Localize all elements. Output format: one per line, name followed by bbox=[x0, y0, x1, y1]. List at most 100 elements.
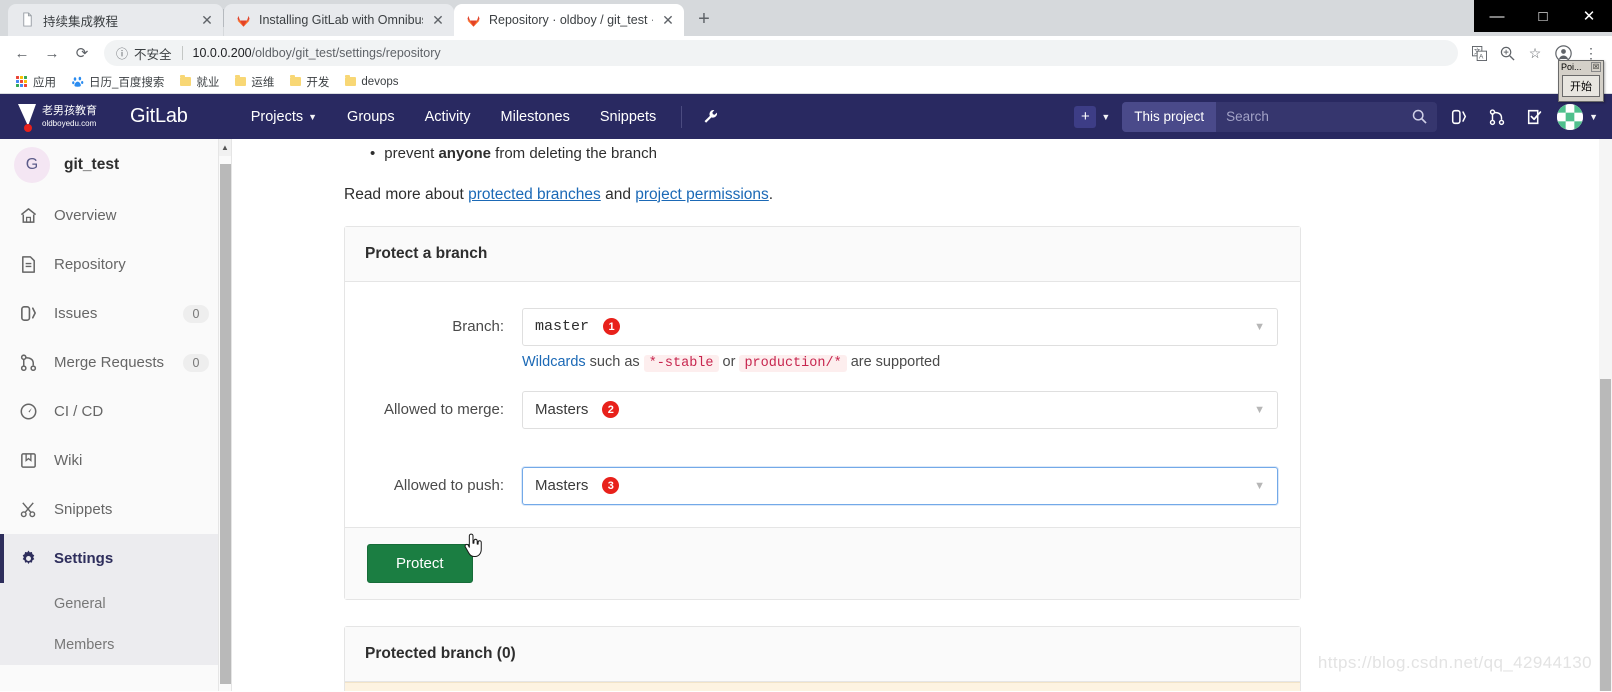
folder-icon bbox=[235, 75, 247, 86]
sidebar-project-header[interactable]: G git_test bbox=[0, 139, 231, 191]
nav-activity[interactable]: Activity bbox=[410, 94, 486, 139]
search-icon[interactable] bbox=[1401, 109, 1437, 124]
poi-start-button[interactable]: 开始 bbox=[1562, 75, 1600, 97]
sidebar-item-badge: 0 bbox=[183, 353, 209, 372]
app-body: G git_test Overview Repository Issues 0 bbox=[0, 139, 1612, 691]
browser-tab[interactable]: 持续集成教程 ✕ bbox=[8, 4, 223, 36]
folder-icon bbox=[290, 75, 302, 86]
issues-icon bbox=[18, 304, 38, 323]
sidebar-subitem-general[interactable]: General bbox=[0, 583, 231, 624]
gitlab-logo-link[interactable]: 老男孩教育 oldboyedu.com GitLab bbox=[14, 100, 188, 134]
branch-select[interactable]: master 1 ▼ bbox=[522, 307, 1278, 346]
protected-branches-link[interactable]: protected branches bbox=[468, 186, 601, 203]
window-close-button[interactable]: ✕ bbox=[1567, 9, 1611, 24]
sidebar-item-settings[interactable]: Settings bbox=[0, 534, 231, 583]
bookmark-apps[interactable]: 应用 bbox=[10, 73, 62, 91]
sidebar-item-label: CI / CD bbox=[54, 403, 104, 420]
sidebar-item-label: Settings bbox=[54, 550, 114, 567]
nav-snippets[interactable]: Snippets bbox=[585, 94, 671, 139]
sidebar-subitem-members[interactable]: Members bbox=[0, 624, 231, 665]
nav-snippets-label: Snippets bbox=[599, 108, 657, 125]
new-tab-button[interactable]: + bbox=[690, 5, 718, 33]
sidebar-item-label: Repository bbox=[54, 256, 126, 273]
read-more-prefix: Read more about bbox=[344, 185, 469, 203]
todos-icon[interactable] bbox=[1519, 101, 1551, 133]
sidebar-scrollbar[interactable]: ▲ bbox=[218, 139, 231, 691]
new-dropdown-button[interactable]: + ▼ bbox=[1074, 105, 1111, 128]
wildcards-link[interactable]: Wildcards bbox=[522, 354, 586, 370]
bookmark-item[interactable]: 日历_百度搜索 bbox=[66, 73, 170, 91]
search-bar[interactable]: This project Search bbox=[1122, 101, 1438, 132]
url-path: /oldboy/git_test/settings/repository bbox=[251, 46, 441, 60]
url-host: 10.0.0.200 bbox=[192, 46, 252, 60]
chevron-down-icon[interactable]: ▼ bbox=[1589, 112, 1598, 122]
tab-close-icon[interactable]: ✕ bbox=[199, 12, 215, 28]
protect-branch-card-title: Protect a branch bbox=[345, 226, 1300, 282]
nav-projects[interactable]: Projects ▼ bbox=[236, 94, 332, 139]
protect-button[interactable]: Protect bbox=[367, 543, 473, 583]
bookmark-item[interactable]: 就业 bbox=[174, 73, 225, 91]
browser-tab[interactable]: Installing GitLab with Omnibus ✕ bbox=[224, 4, 454, 36]
browser-tab-title: Repository · oldboy / git_test · bbox=[489, 13, 653, 27]
browser-tab-active[interactable]: Repository · oldboy / git_test · ✕ bbox=[454, 4, 684, 36]
sidebar-item-ci-cd[interactable]: CI / CD bbox=[0, 387, 231, 436]
issues-icon[interactable] bbox=[1443, 101, 1475, 133]
wrench-icon[interactable] bbox=[692, 108, 729, 125]
sidebar-item-wiki[interactable]: Wiki bbox=[0, 436, 231, 485]
sidebar-item-merge-requests[interactable]: Merge Requests 0 bbox=[0, 338, 231, 387]
gear-icon bbox=[18, 549, 38, 568]
branch-field-wrap: master 1 ▼ Wildcards such as *-stable or… bbox=[522, 307, 1278, 387]
bookmark-star-icon[interactable]: ☆ bbox=[1522, 40, 1548, 66]
chevron-down-icon: ▼ bbox=[1101, 111, 1111, 122]
nav-groups[interactable]: Groups bbox=[332, 94, 410, 139]
avatar[interactable] bbox=[1557, 103, 1584, 130]
bookmark-label: devops bbox=[361, 75, 399, 88]
translate-icon[interactable]: 文A bbox=[1466, 40, 1492, 66]
search-input[interactable]: Search bbox=[1216, 102, 1401, 132]
main-scrollbar[interactable] bbox=[1599, 139, 1612, 691]
form-row-branch: Branch: master 1 ▼ Wildcards such as *-s… bbox=[367, 307, 1278, 387]
sidebar-item-issues[interactable]: Issues 0 bbox=[0, 289, 231, 338]
sidebar-item-overview[interactable]: Overview bbox=[0, 191, 231, 240]
poi-widget-title: Poi... bbox=[1561, 62, 1582, 72]
project-permissions-link[interactable]: project permissions bbox=[635, 186, 769, 203]
protect-branch-form: Branch: master 1 ▼ Wildcards such as *-s… bbox=[345, 282, 1300, 527]
scroll-up-icon[interactable]: ▲ bbox=[219, 139, 231, 156]
back-icon[interactable]: ← bbox=[8, 39, 36, 67]
bookmark-item[interactable]: devops bbox=[339, 75, 404, 89]
tab-close-icon[interactable]: ✕ bbox=[660, 12, 676, 28]
address-bar[interactable]: ⓘ 不安全 10.0.0.200/oldboy/git_test/setting… bbox=[104, 40, 1458, 66]
close-icon[interactable]: ☒ bbox=[1591, 62, 1601, 72]
window-maximize-button[interactable]: □ bbox=[1521, 9, 1565, 24]
wildcard-help: Wildcards such as *-stable or production… bbox=[522, 353, 1278, 372]
main-scrollbar-thumb[interactable] bbox=[1600, 379, 1611, 691]
info-circle-icon[interactable]: ⓘ bbox=[116, 45, 128, 62]
search-scope-label[interactable]: This project bbox=[1122, 101, 1217, 132]
sidebar-item-label: Issues bbox=[54, 305, 98, 322]
gitlab-navbar: 老男孩教育 oldboyedu.com GitLab Projects ▼ Gro… bbox=[0, 94, 1612, 139]
plus-icon: + bbox=[1074, 105, 1097, 128]
nav-milestones[interactable]: Milestones bbox=[486, 94, 585, 139]
protect-branch-card-footer: Protect bbox=[345, 526, 1300, 599]
security-label: 不安全 bbox=[134, 47, 172, 62]
sidebar-item-repository[interactable]: Repository bbox=[0, 240, 231, 289]
sidebar-item-snippets[interactable]: Snippets bbox=[0, 485, 231, 534]
svg-text:oldboyedu.com: oldboyedu.com bbox=[42, 119, 97, 128]
tab-close-icon[interactable]: ✕ bbox=[430, 12, 446, 28]
gitlab-fox-icon bbox=[466, 13, 482, 28]
page-icon bbox=[20, 12, 36, 28]
sidebar-item-label: Wiki bbox=[54, 452, 83, 469]
reload-icon[interactable]: ⟳ bbox=[68, 39, 96, 67]
poi-widget[interactable]: Poi... ☒ 开始 bbox=[1558, 60, 1604, 102]
forward-icon[interactable]: → bbox=[38, 39, 66, 67]
sidebar-scrollbar-thumb[interactable] bbox=[220, 164, 231, 684]
allowed-to-merge-select[interactable]: Masters 2 ▼ bbox=[522, 390, 1278, 429]
window-minimize-button[interactable]: — bbox=[1475, 9, 1519, 24]
merge-requests-icon[interactable] bbox=[1481, 101, 1513, 133]
zoom-icon[interactable] bbox=[1494, 40, 1520, 66]
bookmark-item[interactable]: 运维 bbox=[229, 73, 280, 91]
allowed-to-push-select[interactable]: Masters 3 ▼ bbox=[522, 466, 1278, 505]
wildcard-mid2: or bbox=[718, 353, 740, 370]
allowed-to-merge-field-wrap: Masters 2 ▼ bbox=[522, 390, 1278, 463]
bookmark-item[interactable]: 开发 bbox=[284, 73, 335, 91]
